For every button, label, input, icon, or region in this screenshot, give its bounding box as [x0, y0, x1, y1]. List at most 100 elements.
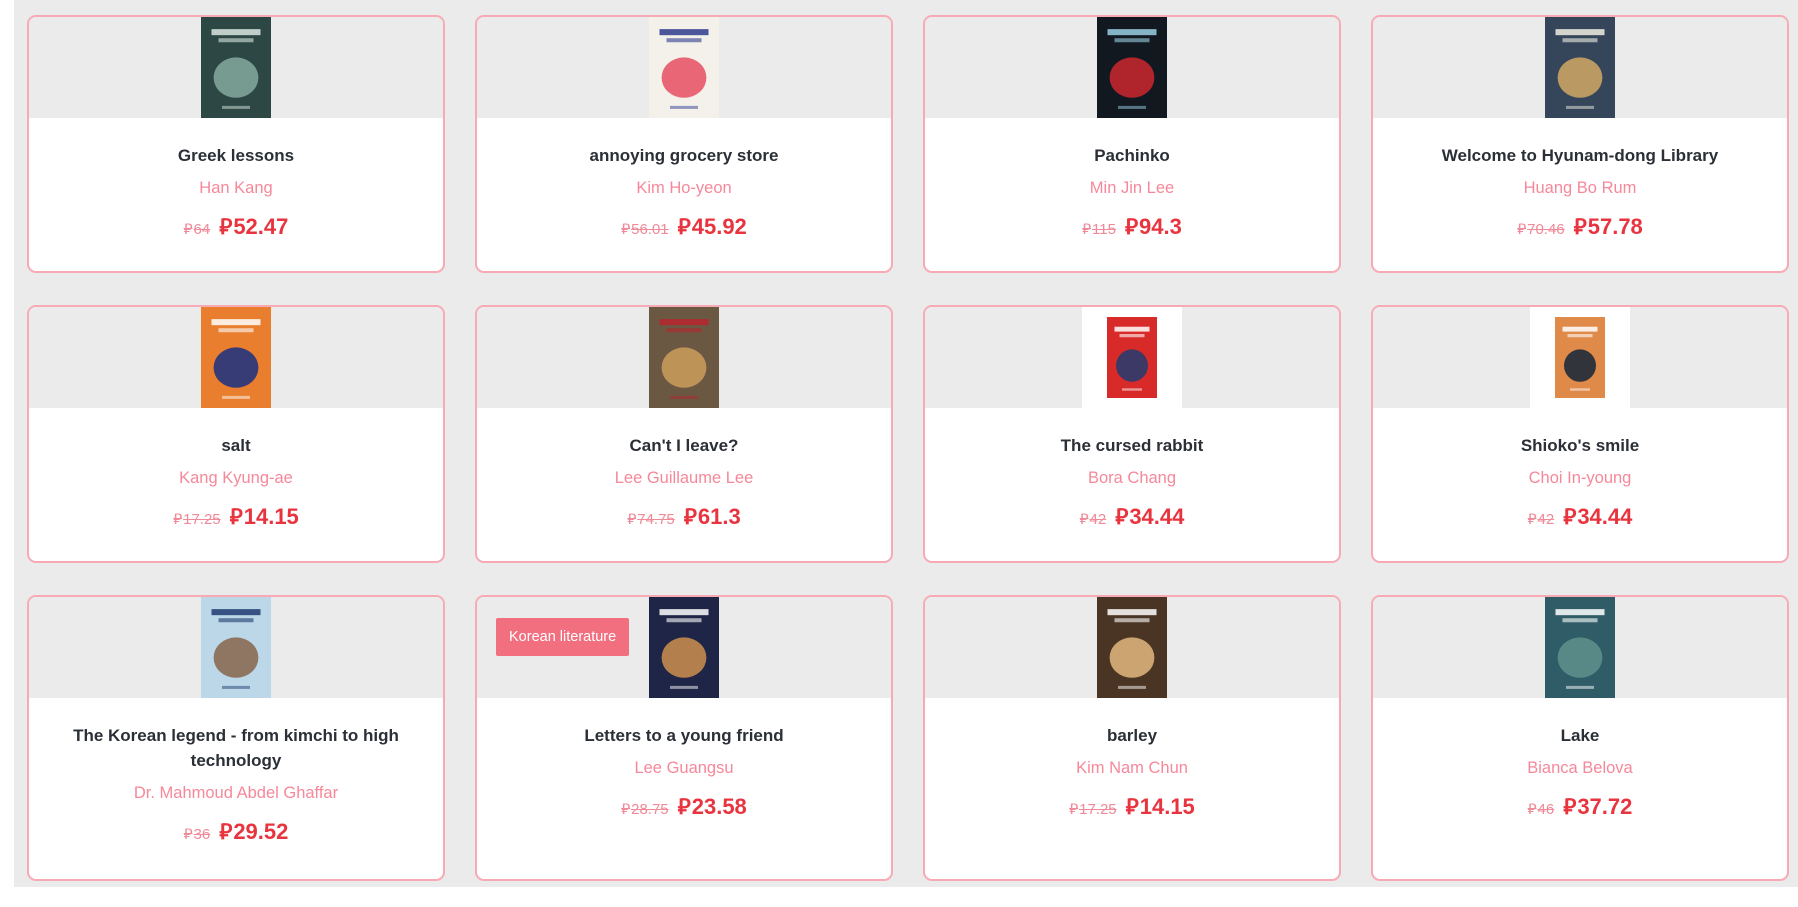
original-price-value: 36	[193, 826, 211, 843]
book-card[interactable]: Lake Bianca Belova ⃁46 ⃁37.72	[1371, 595, 1789, 881]
book-grid-area: Greek lessons Han Kang ⃁64 ⃁52.47 annoyi…	[14, 0, 1798, 887]
sale-price-value: 34.44	[1577, 504, 1633, 529]
original-price-value: 42	[1089, 511, 1107, 528]
book-cover-image[interactable]	[649, 17, 719, 118]
book-card[interactable]: Welcome to Hyunam-dong Library Huang Bo …	[1371, 15, 1789, 273]
book-author[interactable]: Min Jin Lee	[951, 177, 1313, 199]
book-author[interactable]: Lee Guangsu	[503, 757, 865, 779]
book-card[interactable]: The Korean legend - from kimchi to high …	[27, 595, 445, 881]
cover-art	[649, 307, 719, 408]
cover-art	[1545, 597, 1615, 698]
book-author[interactable]: Huang Bo Rum	[1399, 177, 1761, 199]
price-row: ⃁56.01 ⃁45.92	[503, 213, 865, 241]
book-author[interactable]: Han Kang	[55, 177, 417, 199]
book-cover-image[interactable]	[201, 307, 271, 408]
cover-band	[1373, 307, 1787, 408]
book-cover-image[interactable]	[1097, 597, 1167, 698]
riyal-currency-icon: ⃁	[1125, 795, 1139, 820]
original-price: ⃁28.75	[621, 800, 668, 819]
riyal-currency-icon: ⃁	[1527, 800, 1537, 818]
price-row: ⃁42 ⃁34.44	[1399, 503, 1761, 531]
sale-price-value: 34.44	[1129, 504, 1185, 529]
riyal-currency-icon: ⃁	[173, 510, 183, 528]
price-row: ⃁74.75 ⃁61.3	[503, 503, 865, 531]
sale-price: ⃁52.47	[219, 213, 288, 241]
sale-price: ⃁14.15	[1126, 793, 1195, 821]
book-info: The cursed rabbit Bora Chang ⃁42 ⃁34.44	[925, 408, 1339, 531]
sale-price: ⃁37.72	[1563, 793, 1632, 821]
riyal-currency-icon: ⃁	[1079, 510, 1089, 528]
book-card[interactable]: Korean literature Letters to a young fri…	[475, 595, 893, 881]
book-author[interactable]: Kang Kyung-ae	[55, 467, 417, 489]
original-price-value: 17.25	[1079, 801, 1117, 818]
book-info: Pachinko Min Jin Lee ⃁115 ⃁94.3	[925, 118, 1339, 241]
price-row: ⃁64 ⃁52.47	[55, 213, 417, 241]
original-price: ⃁74.75	[627, 510, 674, 529]
book-card[interactable]: Greek lessons Han Kang ⃁64 ⃁52.47	[27, 15, 445, 273]
sale-price-value: 14.15	[1139, 794, 1195, 819]
book-title[interactable]: The cursed rabbit	[951, 433, 1313, 458]
book-author[interactable]: Bianca Belova	[1399, 757, 1761, 779]
book-card[interactable]: annoying grocery store Kim Ho-yeon ⃁56.0…	[475, 15, 893, 273]
book-title[interactable]: Letters to a young friend	[503, 723, 865, 748]
book-card[interactable]: Shioko's smile Choi In-young ⃁42 ⃁34.44	[1371, 305, 1789, 563]
book-title[interactable]: Can't I leave?	[503, 433, 865, 458]
book-cover-image[interactable]	[1545, 17, 1615, 118]
book-title[interactable]: annoying grocery store	[503, 143, 865, 168]
book-card[interactable]: Pachinko Min Jin Lee ⃁115 ⃁94.3	[923, 15, 1341, 273]
book-cover-image[interactable]	[649, 307, 719, 408]
book-cover-image[interactable]	[201, 17, 271, 118]
book-info: Lake Bianca Belova ⃁46 ⃁37.72	[1373, 698, 1787, 821]
original-price: ⃁17.25	[1069, 800, 1116, 819]
book-author[interactable]: Lee Guillaume Lee	[503, 467, 865, 489]
book-title[interactable]: Lake	[1399, 723, 1761, 748]
book-title[interactable]: Pachinko	[951, 143, 1313, 168]
cover-band	[29, 307, 443, 408]
book-title[interactable]: barley	[951, 723, 1313, 748]
cover-band	[1373, 597, 1787, 698]
book-author[interactable]: Choi In-young	[1399, 467, 1761, 489]
original-price-value: 28.75	[631, 801, 669, 818]
book-title[interactable]: The Korean legend - from kimchi to high …	[55, 723, 417, 773]
riyal-currency-icon: ⃁	[1115, 505, 1129, 530]
book-cover-image[interactable]	[1545, 597, 1615, 698]
book-cover-image[interactable]	[649, 597, 719, 698]
category-badge[interactable]: Korean literature	[496, 618, 630, 656]
original-price: ⃁46	[1528, 800, 1555, 819]
book-title[interactable]: Welcome to Hyunam-dong Library	[1399, 143, 1761, 168]
book-title[interactable]: salt	[55, 433, 417, 458]
original-price-value: 56.01	[631, 221, 669, 238]
book-cover-image[interactable]	[1530, 307, 1630, 408]
book-card[interactable]: salt Kang Kyung-ae ⃁17.25 ⃁14.15	[27, 305, 445, 563]
original-price: ⃁56.01	[621, 220, 668, 239]
sale-price-value: 52.47	[233, 214, 289, 239]
price-row: ⃁17.25 ⃁14.15	[951, 793, 1313, 821]
book-cover-image[interactable]	[1097, 17, 1167, 118]
original-price: ⃁42	[1528, 510, 1555, 529]
book-cover-image[interactable]	[1082, 307, 1182, 408]
cover-band	[925, 597, 1339, 698]
book-title[interactable]: Shioko's smile	[1399, 433, 1761, 458]
sale-price: ⃁14.15	[230, 503, 299, 531]
price-row: ⃁17.25 ⃁14.15	[55, 503, 417, 531]
book-card[interactable]: The cursed rabbit Bora Chang ⃁42 ⃁34.44	[923, 305, 1341, 563]
sale-price: ⃁57.78	[1574, 213, 1643, 241]
sale-price-value: 61.3	[697, 504, 741, 529]
book-author[interactable]: Kim Nam Chun	[951, 757, 1313, 779]
book-author[interactable]: Dr. Mahmoud Abdel Ghaffar	[55, 782, 417, 804]
sale-price: ⃁61.3	[684, 503, 741, 531]
book-author[interactable]: Bora Chang	[951, 467, 1313, 489]
sale-price-value: 45.92	[691, 214, 747, 239]
riyal-currency-icon: ⃁	[183, 220, 193, 238]
cover-art	[201, 307, 271, 408]
book-grid: Greek lessons Han Kang ⃁64 ⃁52.47 annoyi…	[27, 15, 1789, 881]
book-cover-image[interactable]	[201, 597, 271, 698]
book-title[interactable]: Greek lessons	[55, 143, 417, 168]
original-price: ⃁42	[1080, 510, 1107, 529]
cover-band	[29, 17, 443, 118]
original-price-value: 46	[1537, 801, 1555, 818]
riyal-currency-icon: ⃁	[1563, 505, 1577, 530]
book-card[interactable]: Can't I leave? Lee Guillaume Lee ⃁74.75 …	[475, 305, 893, 563]
book-author[interactable]: Kim Ho-yeon	[503, 177, 865, 199]
book-card[interactable]: barley Kim Nam Chun ⃁17.25 ⃁14.15	[923, 595, 1341, 881]
